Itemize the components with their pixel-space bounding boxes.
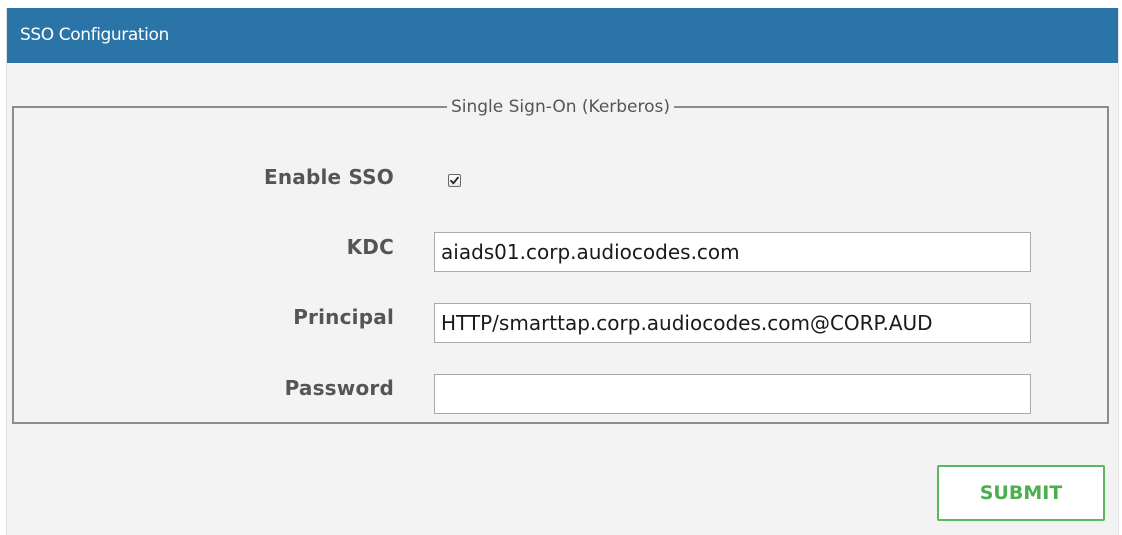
checkmark-icon (450, 176, 459, 185)
panel-title: SSO Configuration (7, 8, 1118, 63)
password-label: Password (284, 376, 394, 400)
password-input[interactable] (434, 374, 1031, 414)
principal-input[interactable]: HTTP/smarttap.corp.audiocodes.com@CORP.A… (434, 303, 1031, 343)
fieldset-legend-wrapper: Single Sign-On (Kerberos) (14, 96, 1107, 118)
kerberos-fieldset: Single Sign-On (Kerberos) Enable SSO KDC… (12, 97, 1109, 424)
sso-configuration-panel: SSO Configuration Single Sign-On (Kerber… (6, 8, 1119, 535)
submit-button[interactable]: SUBMIT (937, 465, 1105, 521)
enable-sso-checkbox[interactable] (448, 174, 461, 187)
kdc-label: KDC (346, 235, 394, 259)
enable-sso-label: Enable SSO (263, 165, 394, 189)
kdc-input[interactable]: aiads01.corp.audiocodes.com (434, 232, 1031, 272)
principal-label: Principal (293, 305, 394, 329)
fieldset-legend: Single Sign-On (Kerberos) (446, 97, 675, 117)
